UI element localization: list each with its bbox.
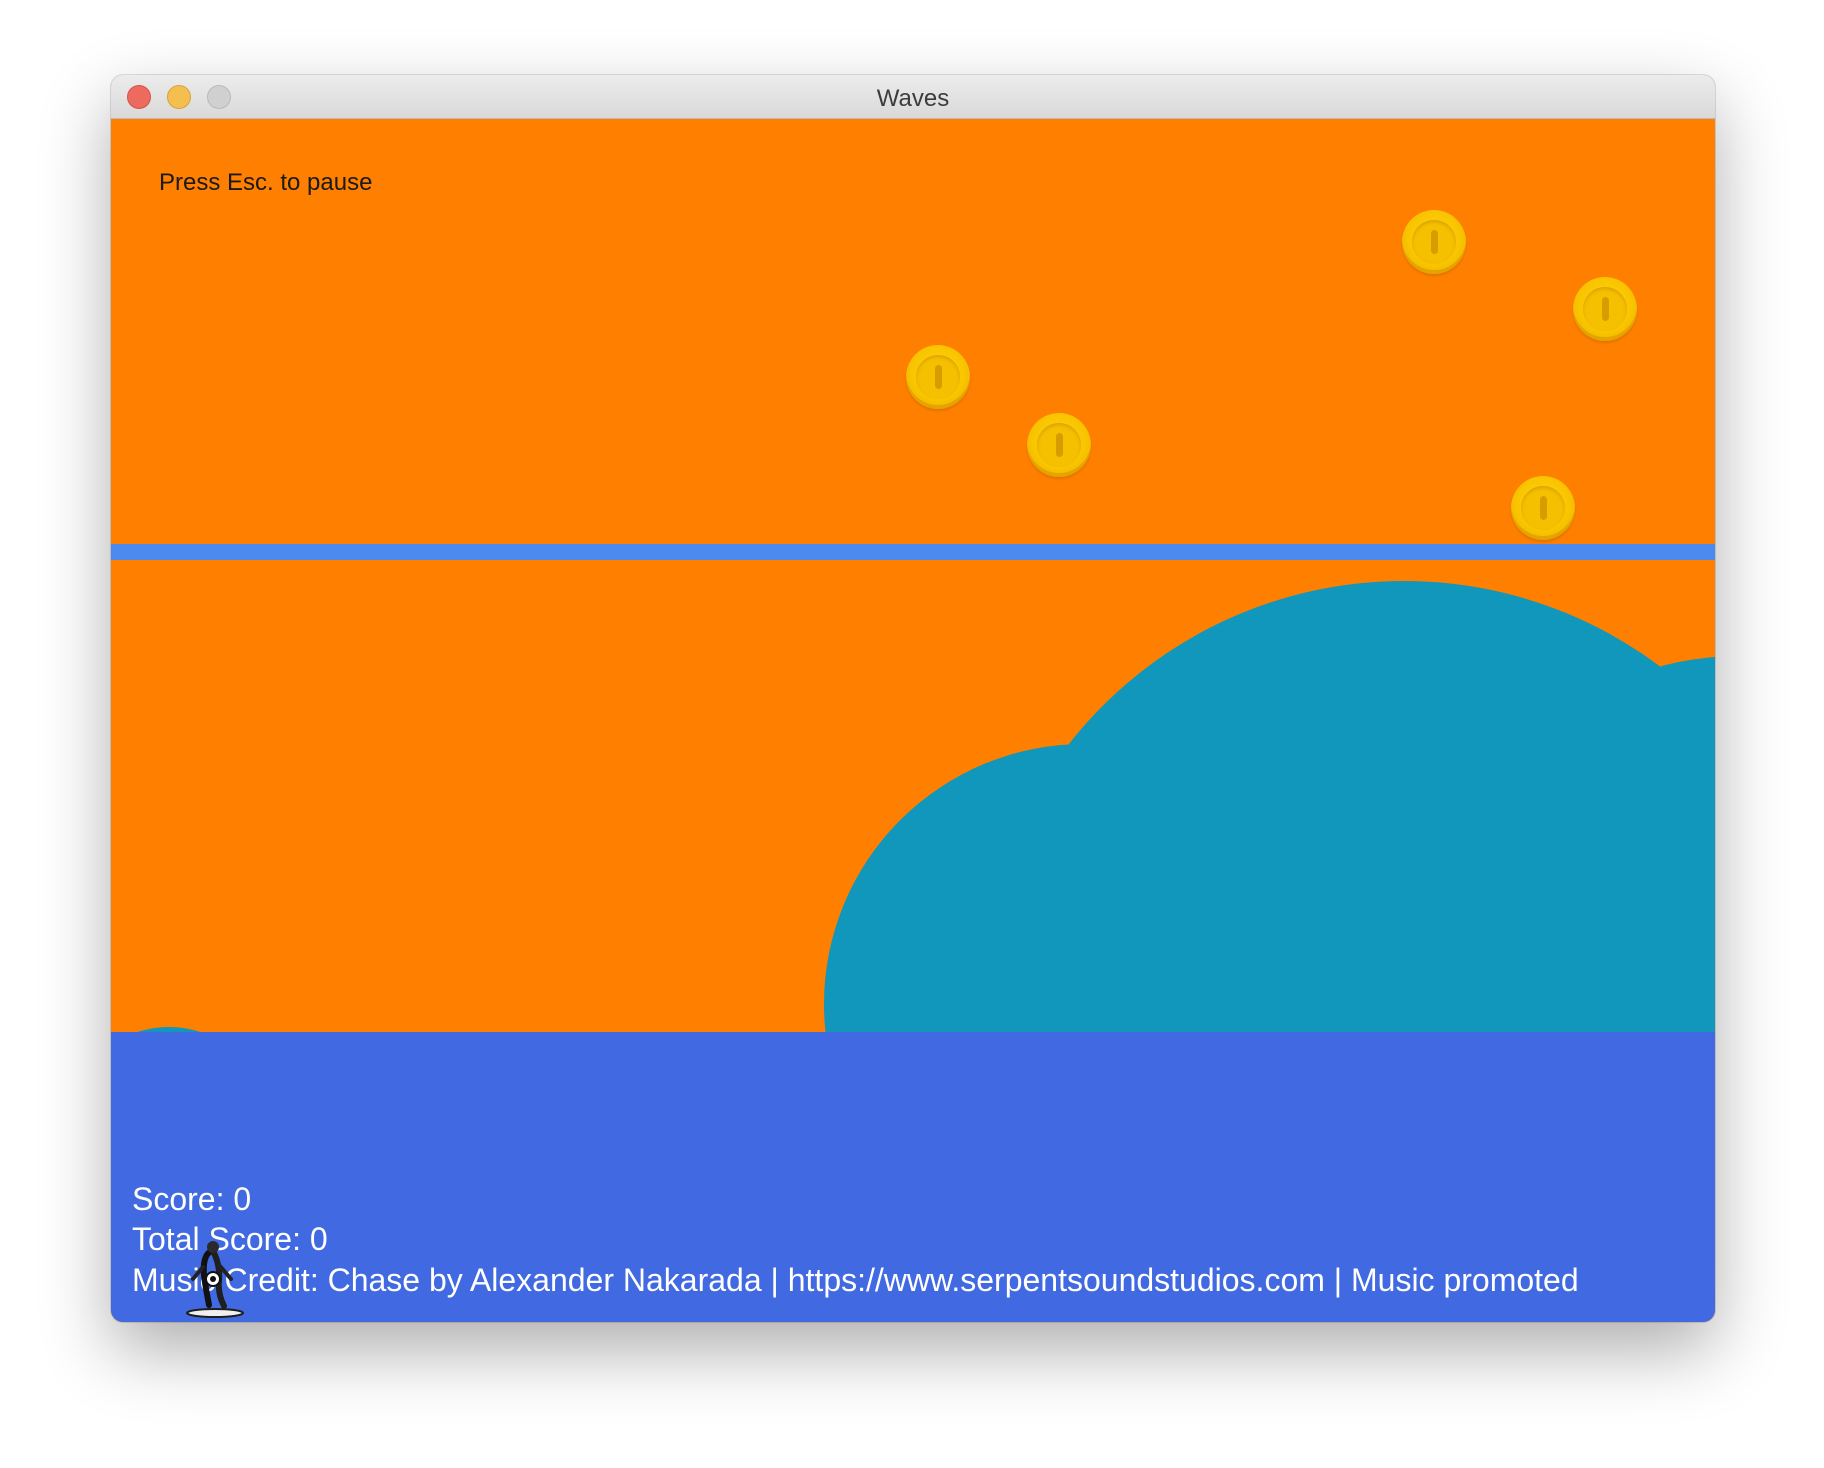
game-canvas[interactable]: Press Esc. to pause Score: 0 Total Score… (111, 119, 1715, 1322)
window-title: Waves (876, 85, 950, 112)
pause-hint: Press Esc. to pause (159, 169, 373, 196)
score-label: Score: 0 (132, 1181, 252, 1217)
hills (137, 581, 1715, 1032)
title-bar[interactable]: Waves (111, 75, 1715, 119)
coin-icon (1511, 476, 1575, 540)
game-window: Waves Press Esc. to pause Score: 0 Total… (111, 75, 1715, 1322)
coin-icon (906, 345, 970, 409)
music-credit: Music Credit: Chase by Alexander Nakarad… (132, 1262, 1579, 1298)
surfer-icon (186, 1241, 244, 1318)
coin-icon (1573, 277, 1637, 341)
coin-icon (1027, 413, 1091, 477)
coin-icon (1402, 210, 1466, 274)
